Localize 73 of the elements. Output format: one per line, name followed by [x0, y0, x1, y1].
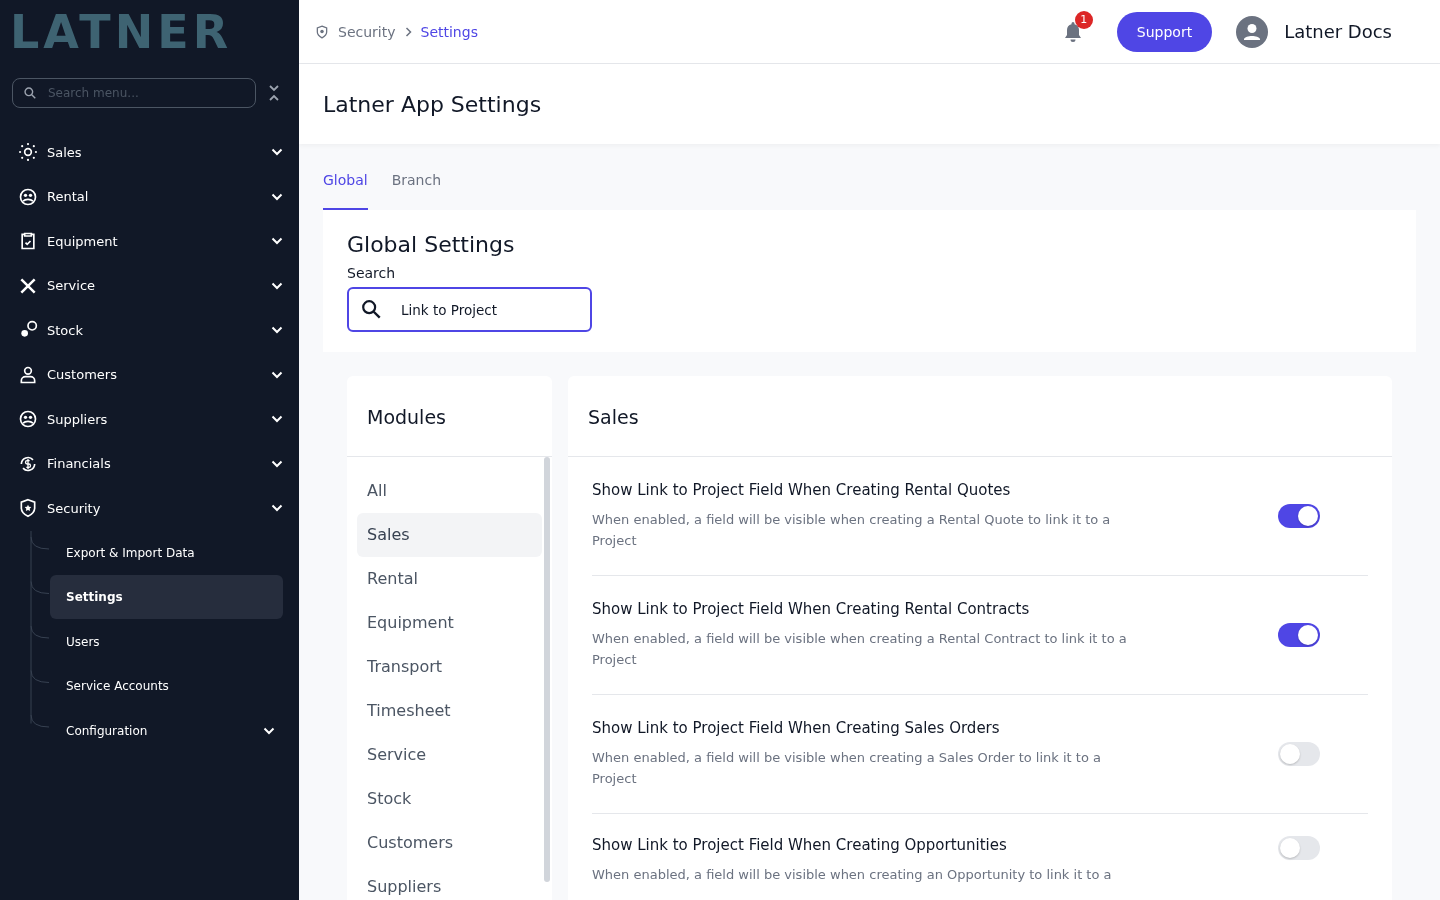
collapse-icon[interactable] — [268, 84, 280, 102]
panel-title: Sales — [568, 376, 1392, 457]
setting-title: Show Link to Project Field When Creating Opportunities — [592, 836, 1008, 854]
search-icon — [360, 298, 382, 320]
chevron-icon — [271, 148, 283, 157]
chevron-icon — [271, 237, 283, 246]
setting-description: When enabled, a field will be visible when creating a Rental Contract to link it to a Project — [592, 630, 1128, 669]
logo: LATNER — [9, 4, 233, 60]
scrollbar[interactable] — [544, 457, 550, 882]
module-item[interactable]: All — [357, 469, 542, 513]
nav-subitem[interactable]: Users — [50, 619, 283, 664]
module-icon — [18, 186, 38, 207]
nav-item[interactable]: Suppliers — [18, 397, 283, 442]
module-icon — [18, 364, 38, 385]
chevron-icon — [271, 415, 283, 424]
chevron-right-icon — [404, 26, 412, 37]
nav-item[interactable]: Sales — [18, 130, 283, 175]
nav-item[interactable]: Service — [18, 263, 283, 308]
avatar-icon[interactable] — [1236, 15, 1269, 48]
field-label: Search — [347, 265, 397, 281]
chevron-icon — [271, 459, 283, 468]
module-item[interactable]: Equipment — [357, 601, 542, 645]
notification-badge: 1 — [1074, 10, 1093, 29]
toggle-switch[interactable] — [1278, 623, 1320, 647]
breadcrumb-link[interactable]: Security — [338, 23, 396, 40]
module-item[interactable]: Suppliers — [357, 865, 542, 900]
module-item[interactable]: Timesheet — [357, 689, 542, 733]
setting-title: Show Link to Project Field When Creating Sales Orders — [592, 719, 1001, 737]
nav-subitem[interactable]: Settings — [50, 575, 283, 620]
nav-subitem[interactable]: Export & Import Data — [50, 530, 283, 575]
search-field[interactable]: Link to Project — [347, 287, 592, 332]
chevron-icon — [271, 326, 283, 335]
chevron-icon — [271, 504, 283, 513]
tab[interactable]: Branch — [391, 168, 442, 210]
support-button[interactable]: Support — [1116, 11, 1213, 52]
chevron-icon — [271, 192, 283, 201]
chevron-icon — [271, 281, 283, 290]
module-item[interactable]: Service — [357, 733, 542, 777]
setting-description: When enabled, a field will be visible when creating an Opportunity to link it to a — [592, 866, 1113, 884]
nav-subitem[interactable]: Service Accounts — [50, 664, 283, 709]
card-title: Global Settings — [347, 232, 516, 257]
setting-title: Show Link to Project Field When Creating Rental Contracts — [592, 600, 1031, 618]
toggle-switch[interactable] — [1278, 836, 1320, 860]
nav-item[interactable]: Security — [18, 486, 283, 531]
nav-subitem[interactable]: Configuration — [50, 708, 283, 753]
nav-item[interactable]: Rental — [18, 174, 283, 219]
page-title: Latner App Settings — [323, 91, 542, 117]
search-field[interactable]: Search menu... — [12, 78, 256, 108]
module-icon — [18, 142, 38, 163]
module-icon — [18, 409, 38, 430]
toggle-switch[interactable] — [1278, 504, 1320, 528]
module-item[interactable]: Stock — [357, 777, 542, 821]
module-item[interactable]: Transport — [357, 645, 542, 689]
nav-item[interactable]: Stock — [18, 308, 283, 353]
setting-description: When enabled, a field will be visible when creating a Rental Quote to link it to a Project — [592, 511, 1112, 550]
toggle-switch[interactable] — [1278, 742, 1320, 766]
module-item[interactable]: Rental — [357, 557, 542, 601]
user-name[interactable]: Latner Docs — [1284, 21, 1392, 42]
setting-description: When enabled, a field will be visible when creating a Sales Order to link it to a Project — [592, 749, 1102, 788]
chevron-icon — [271, 370, 283, 379]
module-item[interactable]: Sales — [357, 513, 542, 557]
module-icon — [18, 231, 38, 252]
nav-item[interactable]: Financials — [18, 441, 283, 486]
panel-title: Modules — [347, 376, 552, 457]
nav-item[interactable]: Customers — [18, 352, 283, 397]
setting-title: Show Link to Project Field When Creating Rental Quotes — [592, 481, 1012, 499]
nav-item[interactable]: Equipment — [18, 219, 283, 264]
shield-icon — [315, 24, 329, 39]
breadcrumb-link[interactable]: Settings — [420, 23, 478, 40]
module-icon — [18, 498, 38, 519]
module-item[interactable]: Customers — [357, 821, 542, 865]
bell-icon[interactable] — [1062, 20, 1083, 43]
search-icon — [23, 86, 37, 100]
